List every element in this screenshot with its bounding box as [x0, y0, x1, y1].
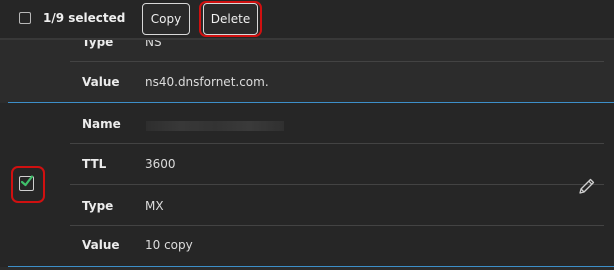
- field-label: TTL: [82, 157, 107, 171]
- selection-border-bottom: [8, 266, 614, 267]
- selection-border-top: [8, 102, 614, 103]
- field-value: MX: [145, 199, 164, 213]
- toolbar-divider: [0, 38, 614, 40]
- edit-record-button[interactable]: [578, 177, 595, 194]
- selection-count: 1/9 selected: [43, 11, 126, 25]
- field-value: 10 copy: [145, 238, 193, 252]
- select-all-checkbox[interactable]: [19, 12, 31, 24]
- field-label: Value: [82, 75, 120, 89]
- row-divider: [70, 184, 604, 185]
- pencil-icon: [579, 178, 595, 194]
- redacted-name-value: [146, 121, 284, 131]
- row-divider: [70, 61, 604, 62]
- delete-button[interactable]: Delete: [203, 3, 258, 35]
- field-value: ns40.dnsfornet.com.: [145, 75, 269, 89]
- field-label: Value: [82, 238, 120, 252]
- row-divider: [70, 143, 604, 144]
- field-value: 3600: [145, 157, 176, 171]
- field-label: Name: [82, 117, 121, 131]
- row-divider: [70, 225, 604, 226]
- field-label: Type: [82, 199, 114, 213]
- copy-button[interactable]: Copy: [142, 3, 190, 35]
- selection-toolbar: 1/9 selected Copy Delete: [0, 0, 614, 38]
- checkbox-checked-icon: [20, 175, 34, 187]
- row-select-checkbox[interactable]: [19, 175, 34, 191]
